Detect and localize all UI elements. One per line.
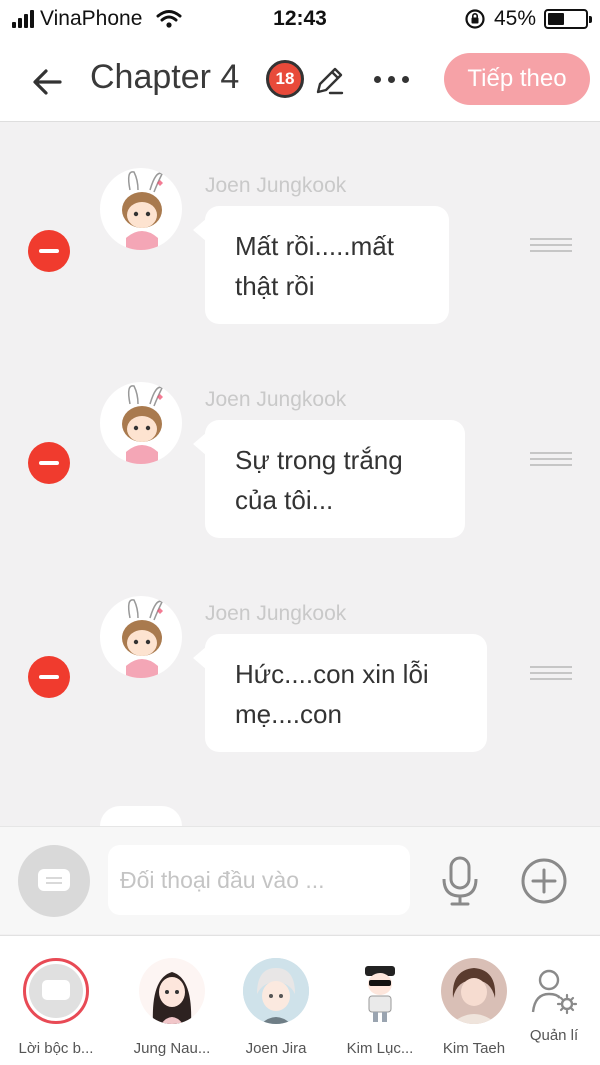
narration-icon [23, 958, 89, 1024]
manage-user-icon [531, 969, 578, 1015]
bunny-avatar-icon [122, 171, 163, 250]
message-line: của tôi... [235, 485, 334, 515]
message-line: Mất rồi.....mất [235, 231, 394, 261]
drag-handle-icon[interactable] [530, 666, 572, 682]
status-right: 45% [464, 7, 592, 31]
pencil-icon[interactable] [312, 64, 346, 98]
delete-message-button[interactable] [28, 230, 70, 272]
more-options-icon[interactable] [374, 76, 409, 83]
message-line: Hức....con xin lỗi [235, 659, 429, 689]
message-bubble[interactable]: Hức....con xin lỗi mẹ....con [193, 634, 487, 752]
battery-icon [544, 9, 592, 29]
rotation-lock-icon [465, 9, 485, 29]
dialogue-input[interactable] [108, 845, 410, 915]
sender-name: Joen Jungkook [205, 174, 347, 197]
page-title: Chapter 4 [90, 58, 240, 96]
character-name: Kim Lục... [346, 1040, 414, 1057]
sender-name: Joen Jungkook [205, 388, 347, 411]
age-rating-icon: 18 [266, 60, 304, 98]
character-item[interactable]: Jung Nau... [122, 958, 222, 1057]
character-item[interactable]: Kim Lục... [330, 958, 430, 1057]
sender-name: Joen Jungkook [205, 602, 347, 625]
character-name: Lời bộc b... [18, 1040, 94, 1057]
next-chapter-button[interactable]: Tiếp theo [444, 53, 590, 105]
character-item[interactable]: Joen Jira [226, 958, 326, 1057]
bunny-avatar-icon [122, 599, 163, 678]
message-line: thật rồi [235, 271, 315, 301]
delete-message-button[interactable] [28, 442, 70, 484]
drag-handle-icon[interactable] [530, 452, 572, 468]
character-bar: Lời bộc b... Jung Nau... Joen Jira Kim L… [0, 935, 600, 1065]
avatar [441, 958, 507, 1024]
character-name: Jung Nau... [133, 1040, 211, 1057]
avatar [347, 958, 413, 1024]
avatar [243, 958, 309, 1024]
avatar [100, 806, 182, 826]
battery-percent: 45% [493, 7, 536, 30]
add-icon[interactable] [520, 857, 568, 905]
message-bubble[interactable]: Sự trong trắng của tôi... [193, 420, 465, 538]
character-narration[interactable]: Lời bộc b... [6, 958, 106, 1057]
message-line: mẹ....con [235, 699, 342, 729]
message-composer [0, 826, 600, 934]
microphone-icon[interactable] [440, 855, 480, 907]
chapter-header: Chapter 4 18 Tiếp theo [0, 40, 600, 122]
back-arrow-icon[interactable] [28, 62, 68, 102]
message-line: Sự trong trắng [235, 445, 403, 475]
avatar[interactable] [100, 596, 182, 678]
drag-handle-icon[interactable] [530, 238, 572, 254]
delete-message-button[interactable] [28, 656, 70, 698]
character-name: Joen Jira [245, 1040, 307, 1057]
avatar [139, 958, 205, 1024]
message-bubble[interactable]: Mất rồi.....mất thật rồi [193, 206, 449, 324]
manage-characters-button[interactable]: Quản lí [504, 958, 600, 1044]
character-name: Quản lí [529, 1027, 579, 1044]
bunny-avatar-icon [122, 385, 163, 464]
avatar[interactable] [100, 168, 182, 250]
status-bar: VinaPhone 12:43 45% [0, 0, 600, 40]
dialogue-type-toggle[interactable] [18, 845, 90, 917]
avatar[interactable] [100, 382, 182, 464]
